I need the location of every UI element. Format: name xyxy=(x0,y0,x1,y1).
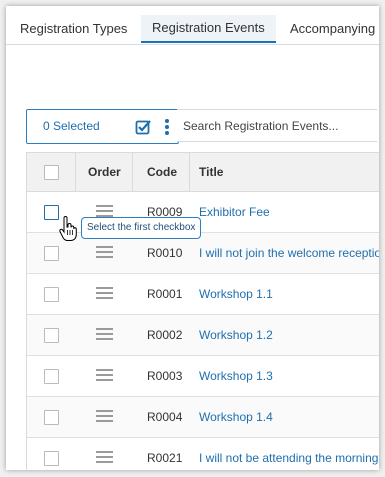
row-title-cell: Workshop 1.2 xyxy=(190,315,379,355)
row-code-cell: R0021 xyxy=(133,438,190,470)
row-code: R0001 xyxy=(147,287,183,301)
drag-handle-icon[interactable] xyxy=(96,369,113,381)
header-checkbox-cell xyxy=(26,153,75,191)
row-code: R0010 xyxy=(147,246,183,260)
drag-handle-icon[interactable] xyxy=(96,410,113,422)
drag-handle-icon[interactable] xyxy=(96,246,113,258)
selected-count: 0 Selected xyxy=(43,119,100,133)
table-row[interactable]: R0001 Workshop 1.1 xyxy=(26,274,379,315)
row-checkbox-cell xyxy=(27,274,76,314)
row-checkbox[interactable] xyxy=(44,328,59,343)
row-title-cell: Workshop 1.4 xyxy=(190,397,379,437)
row-title-cell: Workshop 1.1 xyxy=(190,274,379,314)
table-body: R0009 Exhibitor Fee R0010 I will not join t… xyxy=(26,192,379,470)
row-title-cell: Workshop 1.3 xyxy=(190,356,379,396)
row-title-cell: I will not be attending the morning sess… xyxy=(190,438,379,470)
more-vertical-icon[interactable] xyxy=(164,118,170,136)
drag-handle-icon[interactable] xyxy=(96,328,113,340)
registration-events-panel: Registration Types Registration Events A… xyxy=(6,6,379,470)
drag-handle-icon[interactable] xyxy=(96,451,113,463)
row-checkbox-cell xyxy=(27,356,76,396)
row-code-cell: R0002 xyxy=(133,315,190,355)
search-input[interactable] xyxy=(177,109,377,142)
row-checkbox[interactable] xyxy=(44,369,59,384)
row-code: R0003 xyxy=(147,369,183,383)
row-title-cell: Exhibitor Fee xyxy=(190,192,379,232)
row-code-cell: R0004 xyxy=(133,397,190,437)
header-code[interactable]: Code xyxy=(132,153,189,191)
row-order-cell xyxy=(76,356,133,396)
row-checkbox[interactable] xyxy=(44,246,59,261)
row-title-link[interactable]: Workshop 1.1 xyxy=(199,287,273,301)
row-checkbox-cell xyxy=(27,315,76,355)
tab-registration-types[interactable]: Registration Types xyxy=(9,15,138,43)
drag-handle-icon[interactable] xyxy=(96,205,113,217)
row-code-cell: R0001 xyxy=(133,274,190,314)
tab-accompanying-persons[interactable]: Accompanying P xyxy=(279,15,379,43)
table-row[interactable]: R0003 Workshop 1.3 xyxy=(26,356,379,397)
hand-pointer-icon xyxy=(59,216,77,241)
header-order[interactable]: Order xyxy=(75,153,132,191)
header-order-label: Order xyxy=(88,165,121,179)
row-checkbox-cell xyxy=(27,438,76,470)
row-title-link[interactable]: Exhibitor Fee xyxy=(199,205,270,219)
table-row[interactable]: R0021 I will not be attending the morning… xyxy=(26,438,379,470)
tooltip: Select the first checkbox xyxy=(81,217,202,239)
table-row[interactable]: R0002 Workshop 1.2 xyxy=(26,315,379,356)
table-row[interactable]: R0004 Workshop 1.4 xyxy=(26,397,379,438)
row-order-cell xyxy=(76,438,133,470)
row-title-link[interactable]: Workshop 1.4 xyxy=(199,410,273,424)
table-row[interactable]: R0010 I will not join the welcome recepti… xyxy=(26,233,379,274)
drag-handle-icon[interactable] xyxy=(96,287,113,299)
row-checkbox[interactable] xyxy=(44,451,59,466)
row-code: R0021 xyxy=(147,451,183,465)
tab-bar: Registration Types Registration Events A… xyxy=(6,6,379,45)
table-header: Order Code Title xyxy=(26,152,379,192)
header-title[interactable]: Title xyxy=(189,153,379,191)
selection-dropdown[interactable]: 0 Selected xyxy=(26,109,179,144)
checkbox-checked-icon[interactable] xyxy=(135,119,151,135)
header-code-label: Code xyxy=(147,165,177,179)
tab-registration-events[interactable]: Registration Events xyxy=(141,15,276,43)
row-title-cell: I will not join the welcome reception xyxy=(190,233,379,273)
row-order-cell xyxy=(76,274,133,314)
table-row[interactable]: R0009 Exhibitor Fee xyxy=(26,192,379,233)
row-title-link[interactable]: I will not be attending the morning sess… xyxy=(199,451,379,465)
row-code: R0004 xyxy=(147,410,183,424)
row-title-link[interactable]: I will not join the welcome reception xyxy=(199,246,379,260)
header-title-label: Title xyxy=(199,165,224,179)
row-code-cell: R0010 xyxy=(133,233,190,273)
events-table: Order Code Title R0009 Exhibitor Fee R0010… xyxy=(26,152,379,470)
row-checkbox[interactable] xyxy=(44,205,59,220)
select-all-checkbox[interactable] xyxy=(44,165,59,180)
row-order-cell xyxy=(76,233,133,273)
row-title-link[interactable]: Workshop 1.3 xyxy=(199,369,273,383)
row-checkbox[interactable] xyxy=(44,287,59,302)
row-checkbox[interactable] xyxy=(44,410,59,425)
row-order-cell xyxy=(76,397,133,437)
row-code-cell: R0003 xyxy=(133,356,190,396)
row-checkbox-cell xyxy=(27,397,76,437)
row-code: R0002 xyxy=(147,328,183,342)
row-order-cell xyxy=(76,315,133,355)
row-title-link[interactable]: Workshop 1.2 xyxy=(199,328,273,342)
